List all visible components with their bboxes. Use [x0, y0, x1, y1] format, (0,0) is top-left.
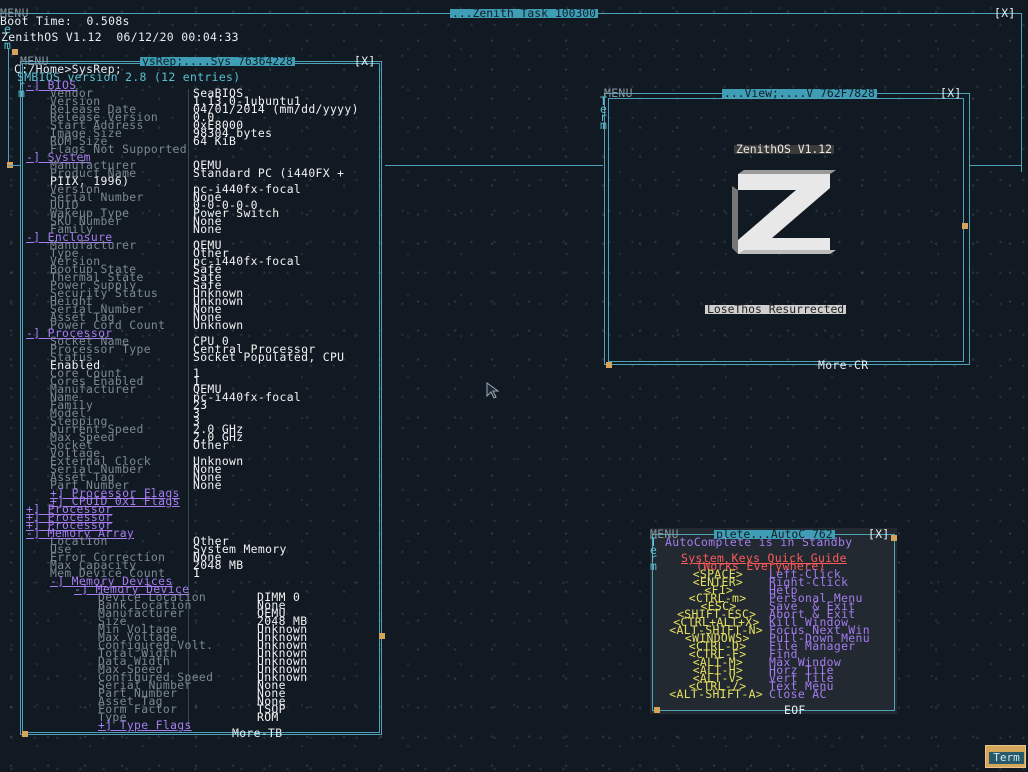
boot-time: Boot Time: 0.508s [0, 14, 130, 28]
viewer-title[interactable]: ...View;....V 762F7828 [722, 87, 877, 99]
help-side-m: m [650, 559, 658, 573]
resize-handle[interactable] [962, 223, 968, 229]
field-value: Socket Populated, CPU [193, 350, 345, 364]
field-value: Unknown [193, 318, 244, 332]
desktop: MENU ...Zenith Task 100300 [X] Boot Time… [0, 0, 1028, 772]
resize-handle[interactable] [379, 633, 385, 639]
viewer-logo-title: ZenithOS V1.12 [734, 142, 835, 156]
viewer-side-m: m [600, 118, 608, 132]
os-version-line: ZenithOS V1.12 06/12/20 00:04:33 [1, 30, 239, 44]
term-button-label: Term [989, 752, 1024, 764]
mouse-cursor-icon [486, 382, 500, 399]
field-value: 1 [193, 566, 201, 580]
field-value: Standard PC (i440FX + [193, 166, 345, 180]
field-value: 2048 MB [193, 558, 244, 572]
help-key: <ALT-SHIFT-A> [669, 687, 763, 701]
task-border-seg [385, 165, 603, 166]
viewer-more: More-CR [818, 358, 869, 372]
field-value: Other [193, 438, 230, 452]
type-flags-link[interactable]: +] Type Flags [98, 719, 192, 730]
field-value: 64 KiB [193, 134, 237, 148]
resize-handle[interactable] [891, 535, 897, 541]
field-value: None [193, 478, 222, 492]
resize-handle[interactable] [654, 707, 660, 713]
autocomplete-status: AutoComplete is in Standby [665, 535, 853, 549]
resize-handle[interactable] [22, 731, 28, 737]
task-title[interactable]: ...Zenith Task 100300 [450, 7, 599, 19]
help-close-button[interactable]: [X] [868, 528, 890, 539]
task-border-seg [8, 165, 20, 166]
help-action: Close AC [769, 687, 827, 701]
sysrep-more: More-TB [232, 726, 283, 740]
sysrep-close-button[interactable]: [X] [354, 55, 376, 66]
task-border-seg [970, 165, 1022, 166]
task-border-right [1021, 13, 1022, 172]
task-border-left [8, 48, 9, 166]
help-eof: EOF [784, 703, 806, 717]
viewer-close-button[interactable]: [X] [940, 87, 962, 98]
task-close-button[interactable]: [X] [994, 7, 1016, 18]
term-button[interactable]: Term [985, 745, 1026, 768]
sysrep-side-m: m [18, 86, 26, 100]
field-value: 04/01/2014 (mm/dd/yyyy) [193, 102, 359, 116]
resize-handle[interactable] [12, 49, 18, 55]
column-divider [188, 89, 189, 729]
resize-handle[interactable] [606, 362, 612, 368]
field-value: ROM [257, 710, 279, 724]
field-value: pc-i440fx-focal [193, 390, 302, 404]
field-value: None [193, 222, 222, 236]
task-side-e: e [4, 22, 12, 36]
sysrep-title[interactable]: ysRep;....Sys 76364228 [140, 55, 295, 67]
viewer-menu[interactable]: MENU [604, 87, 633, 98]
viewer-caption: LoseThos Resurrected [705, 302, 847, 316]
